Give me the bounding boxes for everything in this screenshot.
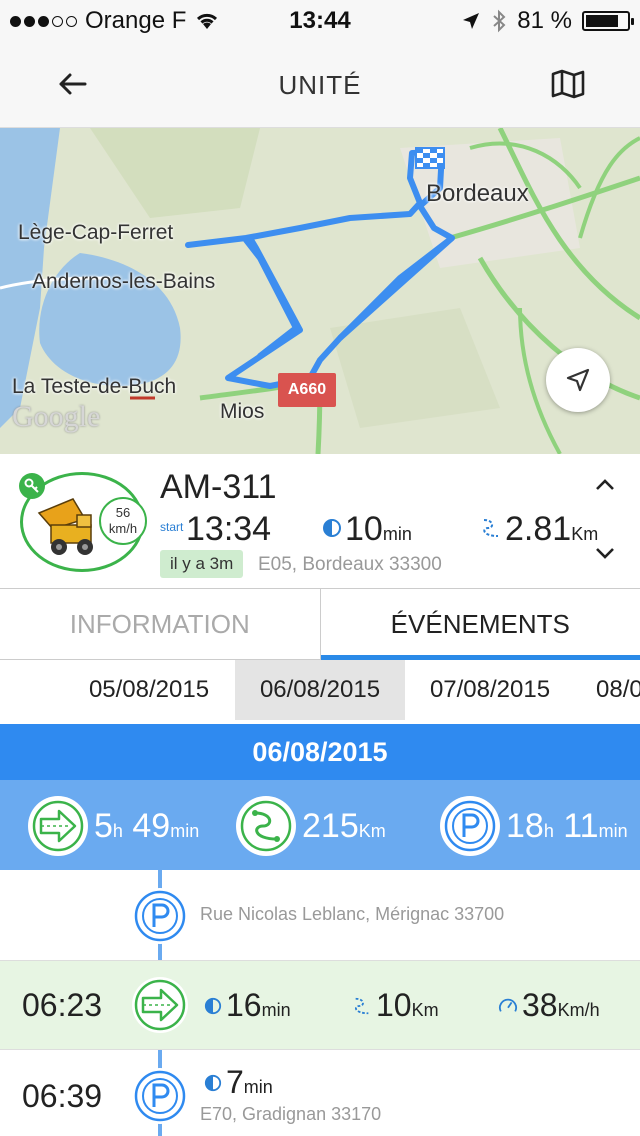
- location-arrow-icon: [463, 13, 480, 29]
- event-time: 06:39: [22, 1078, 103, 1114]
- event-duration: 7 min: [204, 1064, 273, 1101]
- drive-arrow-icon: [132, 977, 188, 1033]
- map-icon: [551, 69, 585, 99]
- bluetooth-icon: [493, 9, 506, 33]
- min-unit: min: [170, 820, 200, 841]
- event-speed-unit: Km/h: [557, 1000, 600, 1020]
- duration-icon: [204, 1074, 222, 1091]
- battery-percent: 81 %: [517, 7, 572, 34]
- parking-icon: [132, 888, 188, 944]
- date-item[interactable]: 015: [0, 660, 62, 720]
- event-address: Rue Nicolas Leblanc, Mérignac 33700: [200, 904, 505, 924]
- tab-bar: INFORMATION ÉVÉNEMENTS: [0, 588, 640, 660]
- day-summary: 5h 49min 215Km 18h 11min: [0, 780, 640, 870]
- date-item[interactable]: 07/08/2015: [405, 660, 575, 720]
- vehicle-card[interactable]: 56 km/h AM-311 start 13:34 10min 2.81Km …: [0, 454, 640, 588]
- park-hours: 18: [506, 806, 544, 845]
- map-label-lege-cap-ferret: Lège-Cap-Ferret: [18, 221, 174, 244]
- google-logo: Google: [12, 400, 101, 433]
- summary-drive-time: 5h 49min: [28, 796, 199, 856]
- status-bar: Orange F 13:44 81 %: [0, 0, 640, 40]
- summary-park-time: 18h 11min: [440, 796, 628, 856]
- summary-distance-value: 215: [302, 806, 359, 845]
- vehicle-plate: AM-311: [160, 468, 277, 506]
- events-timeline: Rue Nicolas Leblanc, Mérignac 33700 06:2…: [0, 870, 640, 1136]
- date-item-selected[interactable]: 06/08/2015: [235, 660, 405, 720]
- app-header: UNITÉ: [0, 40, 640, 128]
- finish-flag-icon: [415, 147, 445, 169]
- summary-drive-readout: 5h 49min: [94, 807, 199, 846]
- road-badge: A660: [278, 373, 336, 407]
- navigation-arrow-icon: [566, 368, 590, 392]
- summary-park-readout: 18h 11min: [506, 807, 628, 846]
- vehicle-address: E05, Bordeaux 33300: [258, 554, 442, 575]
- chevron-down-icon[interactable]: [594, 546, 616, 560]
- event-row-drive[interactable]: 06:23 16 min 10 Km 38 Km/h: [0, 960, 640, 1050]
- summary-distance-unit: Km: [358, 820, 386, 841]
- tab-events[interactable]: ÉVÉNEMENTS: [320, 589, 640, 660]
- distance-value: 2.81: [505, 510, 572, 548]
- battery-icon: [582, 11, 634, 31]
- event-time: 06:23: [22, 987, 103, 1023]
- distance-icon: [483, 519, 499, 537]
- event-speed: 38 Km/h: [498, 987, 600, 1024]
- selected-date-header: 06/08/2015: [0, 724, 640, 780]
- vehicle-avatar: 56 km/h: [19, 472, 147, 572]
- locate-button[interactable]: [546, 348, 610, 412]
- start-time: 13:34: [186, 510, 272, 548]
- event-duration-value: 7: [226, 1064, 244, 1100]
- h-unit: h: [543, 820, 554, 841]
- park-minutes: 11: [563, 806, 599, 845]
- event-distance-unit: Km: [411, 1000, 439, 1020]
- duration-unit: min: [382, 524, 412, 544]
- start-label: start: [160, 520, 184, 534]
- battery-level: [586, 15, 619, 27]
- distance-readout: 2.81Km: [505, 510, 598, 549]
- date-selector[interactable]: 015 05/08/2015 06/08/2015 07/08/2015 08/…: [0, 660, 640, 720]
- drive-minutes: 49: [132, 806, 171, 845]
- speed-badge: 56 km/h: [99, 497, 147, 545]
- event-duration-unit: min: [261, 1000, 291, 1020]
- map-label-mios: Mios: [220, 400, 265, 423]
- date-item[interactable]: 05/08/2015: [64, 660, 234, 720]
- summary-distance: 215Km: [236, 796, 386, 856]
- event-distance: 10 Km: [352, 987, 439, 1024]
- route-map[interactable]: Bordeaux Lège-Cap-Ferret Andernos-les-Ba…: [0, 128, 640, 454]
- last-seen-badge: il y a 3m: [160, 550, 244, 578]
- duration-icon: [323, 519, 341, 537]
- map-label-andernos: Andernos-les-Bains: [32, 270, 216, 293]
- event-distance-value: 10: [376, 987, 412, 1023]
- summary-distance-readout: 215Km: [302, 807, 386, 846]
- event-row-parking[interactable]: Rue Nicolas Leblanc, Mérignac 33700: [0, 870, 640, 960]
- status-right: 81 %: [461, 7, 634, 35]
- tab-information[interactable]: INFORMATION: [0, 589, 321, 659]
- speedometer-icon: [499, 998, 517, 1012]
- drive-hours: 5: [94, 806, 113, 845]
- min-unit: min: [598, 820, 628, 841]
- drive-arrow-icon: [28, 796, 88, 856]
- distance-unit: Km: [571, 524, 599, 544]
- h-unit: h: [112, 820, 123, 841]
- parking-icon: [440, 796, 500, 856]
- speed-unit: km/h: [108, 521, 138, 536]
- event-speed-value: 38: [522, 987, 558, 1023]
- speed-value: 56: [115, 505, 131, 520]
- date-item[interactable]: 08/0: [552, 660, 640, 720]
- map-label-bordeaux: Bordeaux: [426, 180, 529, 207]
- event-duration-unit: min: [243, 1077, 273, 1097]
- event-address: E70, Gradignan 33170: [200, 1104, 382, 1124]
- distance-icon: [355, 997, 369, 1014]
- parking-icon: [132, 1068, 188, 1124]
- chevron-up-icon[interactable]: [594, 478, 616, 492]
- event-duration-value: 16: [226, 987, 262, 1023]
- map-label-la-teste: La Teste-de-Buch: [12, 375, 177, 398]
- duration-icon: [204, 997, 222, 1014]
- event-duration: 16 min: [204, 987, 291, 1024]
- map-view-button[interactable]: [544, 62, 592, 106]
- distance-route-icon: [236, 796, 296, 856]
- duration-readout: 10min: [345, 510, 412, 549]
- event-row-parking[interactable]: 06:39 7 min E70, Gradignan 33170: [0, 1050, 640, 1136]
- duration-value: 10: [345, 510, 383, 548]
